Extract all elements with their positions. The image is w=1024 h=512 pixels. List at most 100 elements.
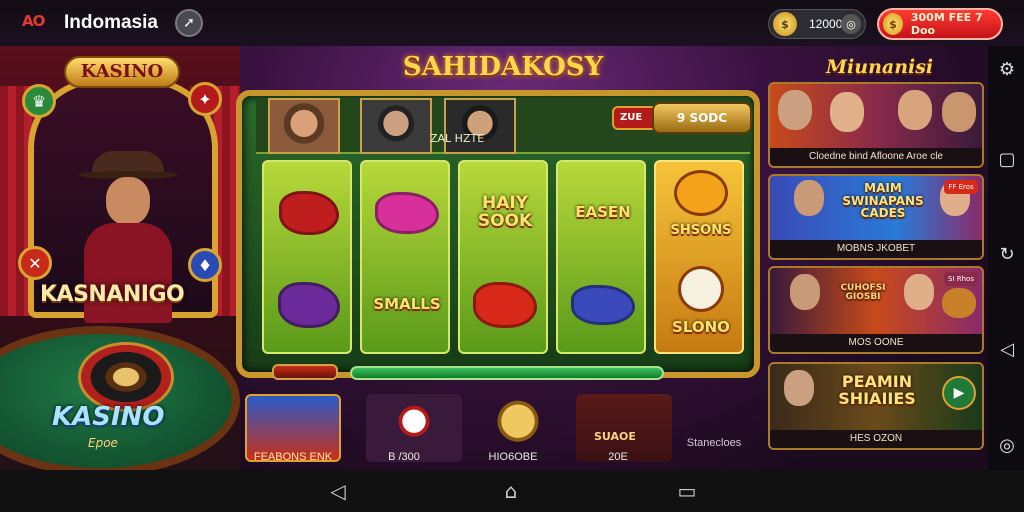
app-screen: AO Indomasia ➚ $ 12000 ◎ $ 300M FEE 7 Do… [0,0,1024,512]
card-face [794,180,824,216]
symbol-grapes [274,270,344,340]
play-icon[interactable]: ▶ [942,376,976,410]
game-title: SAHIDAKOSY [402,52,604,82]
home-icon[interactable]: ⌂ [498,479,524,503]
kasnanigo-banner: KASNANIGO [40,282,185,307]
reel: HAIY SOOK [458,160,548,354]
dog-face [942,288,976,318]
bet-amount-button[interactable]: 9 SODC [652,102,752,134]
back-icon[interactable]: ◁ [325,479,351,503]
fox-icon[interactable]: ✦ [188,82,222,116]
reel: SMALLS [360,160,450,354]
card-title: CUHOFSI GIOSBI [840,283,886,303]
player-avatar[interactable] [360,98,432,154]
card-face [778,90,812,130]
cup-icon[interactable]: ♛ [22,84,56,118]
card-face [942,92,976,132]
card-caption: MOS OONE [770,334,982,352]
coin-amount: 12000 [809,17,843,31]
promo-card-1[interactable]: Cloedne bind Afloone Aroe cle [768,82,984,168]
reel: EASEN [556,160,646,354]
card-icon[interactable]: ♦ [188,248,222,282]
cat-icon [674,170,728,216]
card-badge: SI Rhos [944,272,978,286]
system-nav-bar: ◁ ⌂ ▭ [0,470,1024,512]
promo-card-4[interactable]: PEAMIN SHIAIIES ▶ HES OZON [768,362,984,450]
plus-icon[interactable]: ◎ [841,14,861,34]
card-face [790,274,820,310]
slono-text: SLONO [672,318,730,336]
symbol-slono: SLONO [666,262,736,350]
symbol-haiy-sook: HAIY SOOK [470,178,540,248]
easen-text: EASEN [575,203,631,222]
promo-button[interactable]: $ 300M FEE 7 Doo [877,8,1003,40]
card-face [784,370,814,406]
card-badge: FF Eros [944,180,978,194]
reel [262,160,352,354]
grapes-icon [278,282,340,328]
promo-label: 300M FEE 7 Doo [910,11,983,37]
leaf-icon [571,285,635,325]
card-title: MAIM SWINAPANS CADES [842,181,924,221]
smalls-text: SMALLS [373,295,441,314]
card-caption: MOBNS JKOBET [770,240,982,258]
symbol-easen: EASEN [568,178,638,248]
kasino-subtitle: Epoe [88,436,118,450]
app-title: Indomasia [64,12,158,33]
shelf-label-4: 20E [608,451,628,463]
shelf-label-3: HIO6OBE [488,451,538,463]
nav-rail: ⚙ ▢ ↻ ◁ ◎ [988,46,1024,470]
reel: SHSONS SLONO [654,160,744,354]
back-icon[interactable]: ◁ [994,336,1020,362]
symbol-shsons: SHSONS [666,168,736,252]
symbol-lantern [274,178,344,248]
symbol-bean [372,178,442,248]
card-title: PEAMIN SHIAIIES [838,372,916,408]
haiy-sook-text: HAIY SOOK [477,193,533,231]
symbol-fruit [470,270,540,340]
card-face [904,274,934,310]
reel-area: SMALLS HAIY SOOK EASEN SHSONS SLONO [262,160,744,356]
refresh-icon[interactable]: ↻ [994,241,1020,267]
fruit-icon [473,282,537,328]
promo-card-2[interactable]: MAIM SWINAPANS CADES FF Eros MOBNS JKOBE… [768,174,984,260]
bet-subtitle: ZAL HZTE [430,132,485,145]
shsons-text: SHSONS [670,223,732,238]
symbol-smalls: SMALLS [372,270,442,340]
compass-icon[interactable]: ➚ [175,9,203,37]
spin-button[interactable] [350,366,664,380]
card-face [898,90,932,130]
slot-machine: ZUE 9 SODC SMALLS HAIY SOOK EASEN SHSONS… [236,90,760,380]
tools-icon[interactable]: ✕ [18,246,52,280]
app-logo: AO [22,12,45,30]
right-panel-title: Miunanisi [826,56,934,78]
shelf-label-5: Stanecloes [686,437,742,449]
host-shirt [84,223,172,323]
coin-icon: $ [773,12,797,36]
settings-icon[interactable]: ⚙ [994,56,1020,82]
kasino-sign: KASINO [64,56,180,88]
card-face [830,92,864,132]
bet-control[interactable]: ZUE 9 SODC [612,100,756,140]
shelf-label-2: B /300 [388,451,420,463]
left-promo-panel[interactable]: KASINO ♛ ✦ ✕ ♦ KASNANIGO KASINO Epoe [0,46,240,470]
player-avatar[interactable] [268,98,340,154]
recents-icon[interactable]: ▭ [674,479,700,503]
clown-icon [678,266,724,312]
auto-spin-button[interactable] [272,364,338,380]
coin-balance[interactable]: $ 12000 ◎ [768,9,866,39]
promo-card-3[interactable]: CUHOFSI GIOSBI SI Rhos MOS OONE [768,266,984,354]
square-icon[interactable]: ▢ [994,146,1020,172]
kasino-logo: KASINO [52,402,165,432]
symbol-leaf [568,270,638,340]
shelf-badge: SUAOE [594,430,636,443]
record-icon[interactable]: ◎ [994,432,1020,458]
top-bar: AO Indomasia ➚ $ 12000 ◎ $ 300M FEE 7 Do… [0,0,1024,46]
host-face [106,177,150,225]
bean-icon [375,192,439,234]
shelf-label-1: FEABONS ENK [253,451,333,463]
player-avatar[interactable] [444,98,516,154]
coin-icon: $ [883,13,903,35]
lantern-icon [279,191,339,235]
card-caption: Cloedne bind Afloone Aroe cle [770,148,982,166]
